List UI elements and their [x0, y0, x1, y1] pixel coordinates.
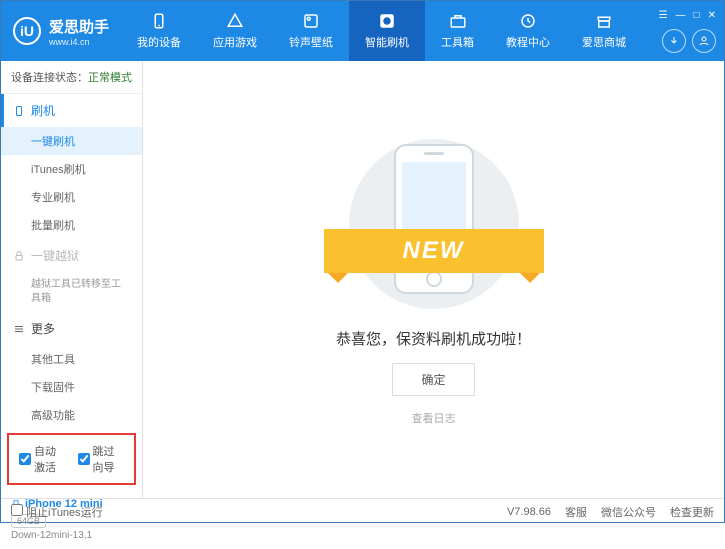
new-ribbon: NEW: [324, 229, 544, 273]
auto-activate-checkbox[interactable]: 自动激活: [19, 443, 66, 475]
sidebar-group-more[interactable]: 更多: [1, 312, 142, 345]
app-url: www.i4.cn: [49, 37, 109, 47]
connection-status: 设备连接状态：正常模式: [1, 61, 142, 94]
nav-store[interactable]: 爱思商城: [566, 1, 642, 61]
image-icon: [302, 12, 320, 30]
menu-lines-icon: [13, 323, 25, 335]
close-icon[interactable]: ✕: [708, 10, 716, 21]
window-controls: ☰ — □ ✕: [659, 10, 716, 21]
status-value: 正常模式: [88, 72, 132, 84]
menu-icon[interactable]: ☰: [659, 10, 668, 21]
sidebar-item-batch-flash[interactable]: 批量刷机: [1, 211, 142, 239]
book-icon: [519, 12, 537, 30]
wechat-link[interactable]: 微信公众号: [601, 504, 656, 520]
toolbox-icon: [449, 12, 467, 30]
sidebar-group-jailbreak: 一键越狱: [1, 239, 142, 272]
view-log-link[interactable]: 查看日志: [412, 410, 456, 426]
refresh-icon: [378, 12, 396, 30]
main-content: NEW 恭喜您，保资料刷机成功啦！ 确定 查看日志: [143, 61, 724, 498]
ok-button[interactable]: 确定: [392, 363, 474, 396]
nav-my-device[interactable]: 我的设备: [121, 1, 197, 61]
sidebar-group-flash[interactable]: 刷机: [1, 94, 142, 127]
app-header: iU 爱思助手 www.i4.cn 我的设备 应用游戏 铃声壁纸 智能刷机 工具…: [1, 1, 724, 61]
skip-guide-checkbox[interactable]: 跳过向导: [78, 443, 125, 475]
user-icon: [698, 35, 710, 47]
nav-tutorials[interactable]: 教程中心: [490, 1, 566, 61]
device-firmware: Down-12mini-13,1: [11, 530, 132, 541]
maximize-icon[interactable]: □: [694, 10, 700, 21]
flash-options: 自动激活 跳过向导: [7, 433, 136, 485]
sidebar-item-advanced[interactable]: 高级功能: [1, 401, 142, 429]
logo-area: iU 爱思助手 www.i4.cn: [1, 16, 121, 47]
version-label: V7.98.66: [507, 506, 551, 518]
jailbreak-note: 越狱工具已转移至工具箱: [1, 272, 142, 312]
lock-icon: [13, 250, 25, 262]
nav-apps[interactable]: 应用游戏: [197, 1, 273, 61]
sidebar-item-itunes-flash[interactable]: iTunes刷机: [1, 155, 142, 183]
main-nav: 我的设备 应用游戏 铃声壁纸 智能刷机 工具箱 教程中心 爱思商城: [121, 1, 659, 61]
nav-toolbox[interactable]: 工具箱: [425, 1, 490, 61]
phone-icon: [150, 12, 168, 30]
support-link[interactable]: 客服: [565, 504, 587, 520]
header-right: ☰ — □ ✕: [659, 10, 724, 53]
sidebar-item-pro-flash[interactable]: 专业刷机: [1, 183, 142, 211]
user-button[interactable]: [692, 29, 716, 53]
sidebar: 设备连接状态：正常模式 刷机 一键刷机 iTunes刷机 专业刷机 批量刷机 一…: [1, 61, 143, 498]
sidebar-item-download-firmware[interactable]: 下载固件: [1, 373, 142, 401]
success-message: 恭喜您，保资料刷机成功啦！: [336, 328, 531, 349]
download-button[interactable]: [662, 29, 686, 53]
apps-icon: [226, 12, 244, 30]
check-update-link[interactable]: 检查更新: [670, 504, 714, 520]
block-itunes-checkbox[interactable]: 阻止iTunes运行: [11, 504, 103, 520]
success-illustration: NEW: [334, 134, 534, 314]
minimize-icon[interactable]: —: [676, 10, 686, 21]
app-name: 爱思助手: [49, 16, 109, 37]
sidebar-item-oneclick-flash[interactable]: 一键刷机: [1, 127, 142, 155]
phone-small-icon: [13, 105, 25, 117]
logo-icon: iU: [13, 17, 41, 45]
store-icon: [595, 12, 613, 30]
nav-ringtones[interactable]: 铃声壁纸: [273, 1, 349, 61]
download-icon: [668, 35, 680, 47]
nav-flash[interactable]: 智能刷机: [349, 1, 425, 61]
sidebar-item-other-tools[interactable]: 其他工具: [1, 345, 142, 373]
